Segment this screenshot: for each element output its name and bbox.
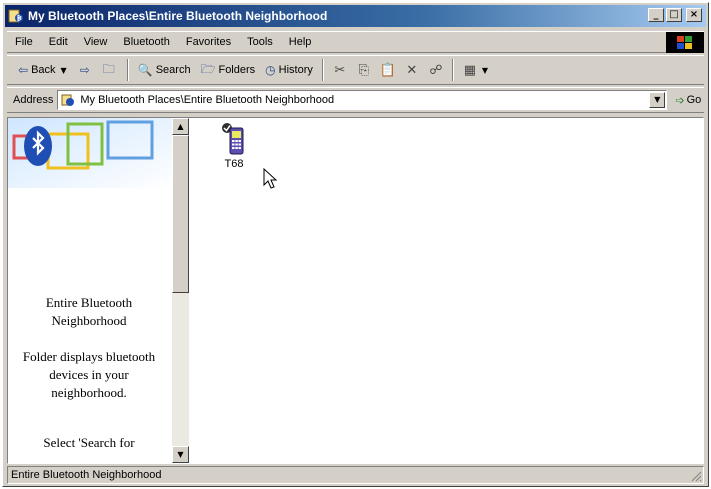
status-text: Entire Bluetooth Neighborhood bbox=[11, 469, 162, 481]
search-icon: 🔍 bbox=[137, 63, 153, 77]
menu-view[interactable]: View bbox=[76, 36, 116, 48]
window-controls: _ □ × bbox=[648, 8, 702, 22]
minimize-button[interactable]: _ bbox=[648, 8, 664, 22]
back-label: Back bbox=[31, 64, 56, 76]
resize-grip-icon[interactable] bbox=[690, 470, 702, 482]
copy-icon[interactable]: ⎘ bbox=[352, 63, 376, 78]
maximize-button[interactable]: □ bbox=[666, 8, 682, 22]
folders-button[interactable]: 🗁 Folders bbox=[196, 58, 261, 82]
menu-bar: File Edit View Bluetooth Favorites Tools… bbox=[7, 31, 704, 53]
close-button[interactable]: × bbox=[686, 8, 702, 22]
scroll-thumb[interactable] bbox=[172, 135, 189, 293]
cut-icon[interactable]: ✂ bbox=[328, 63, 352, 78]
go-button[interactable]: ➩ Go bbox=[675, 94, 701, 107]
content-area: Entire Bluetooth Neighborhood Folder dis… bbox=[7, 117, 704, 464]
mobile-phone-icon bbox=[222, 123, 244, 155]
mouse-cursor-icon bbox=[263, 168, 278, 189]
delete-icon[interactable]: ✕ bbox=[400, 63, 424, 78]
panel-more-text: Select 'Search for bbox=[43, 435, 135, 450]
panel-description: Folder displays bluetooth devices in you… bbox=[22, 349, 156, 400]
scroll-down-button[interactable]: ▼ bbox=[172, 446, 189, 463]
standard-toolbar: ⇦ Back ▼ ⇨ 🗀 🔍 Search 🗁 Folders ◷ Histor… bbox=[7, 55, 704, 85]
status-bar: Entire Bluetooth Neighborhood bbox=[7, 466, 704, 484]
menu-file[interactable]: File bbox=[7, 36, 41, 48]
back-arrow-icon: ⇦ bbox=[18, 63, 29, 77]
address-label: Address bbox=[13, 94, 54, 106]
forward-arrow-icon: ⇨ bbox=[79, 63, 90, 77]
go-label: Go bbox=[686, 94, 702, 106]
title-bar[interactable]: My Bluetooth Places\Entire Bluetooth Nei… bbox=[5, 5, 706, 27]
chevron-down-icon: ▼ bbox=[60, 65, 67, 75]
address-dropdown-button[interactable]: ▼ bbox=[649, 92, 666, 108]
menu-tools[interactable]: Tools bbox=[239, 36, 281, 48]
forward-button[interactable]: ⇨ bbox=[75, 58, 98, 82]
device-item-t68[interactable]: T68 bbox=[209, 122, 259, 170]
folders-label: Folders bbox=[218, 64, 256, 76]
paste-icon[interactable]: 📋 bbox=[376, 63, 400, 78]
explorer-window: My Bluetooth Places\Entire Bluetooth Nei… bbox=[2, 2, 709, 487]
left-pane-scrollbar[interactable]: ▲ ▼ bbox=[172, 118, 189, 463]
window-title: My Bluetooth Places\Entire Bluetooth Nei… bbox=[28, 9, 328, 23]
back-button[interactable]: ⇦ Back ▼ bbox=[13, 58, 75, 82]
views-icon[interactable]: ▦ bbox=[458, 63, 482, 78]
properties-icon[interactable]: ☍ bbox=[424, 63, 448, 78]
up-folder-button[interactable]: 🗀 bbox=[98, 58, 123, 82]
search-button[interactable]: 🔍 Search bbox=[133, 58, 196, 82]
menu-help[interactable]: Help bbox=[281, 36, 320, 48]
address-bar: Address My Bluetooth Places\Entire Bluet… bbox=[7, 87, 704, 113]
bluetooth-places-icon bbox=[61, 93, 75, 107]
folders-icon: 🗁 bbox=[200, 61, 216, 76]
up-folder-icon: 🗀 bbox=[102, 61, 115, 76]
search-label: Search bbox=[155, 64, 191, 76]
file-list: T68 bbox=[189, 118, 703, 463]
menu-favorites[interactable]: Favorites bbox=[178, 36, 239, 48]
history-label: History bbox=[278, 64, 313, 76]
toolbar-separator bbox=[451, 59, 454, 81]
toolbar-separator bbox=[321, 59, 324, 81]
toolbar-separator bbox=[126, 59, 129, 81]
menu-edit[interactable]: Edit bbox=[41, 36, 76, 48]
history-icon: ◷ bbox=[265, 63, 276, 77]
address-value: My Bluetooth Places\Entire Bluetooth Nei… bbox=[80, 94, 335, 106]
panel-title: Entire Bluetooth Neighborhood bbox=[45, 295, 133, 328]
history-button[interactable]: ◷ History bbox=[260, 58, 318, 82]
address-input[interactable]: My Bluetooth Places\Entire Bluetooth Nei… bbox=[57, 90, 668, 110]
chevron-down-icon[interactable]: ▼ bbox=[482, 66, 488, 75]
web-view-panel: Entire Bluetooth Neighborhood Folder dis… bbox=[8, 118, 172, 463]
bluetooth-places-icon bbox=[8, 8, 24, 24]
go-arrow-icon: ➩ bbox=[675, 93, 685, 107]
device-label: T68 bbox=[224, 158, 244, 170]
windows-logo-icon bbox=[666, 32, 704, 53]
menu-bluetooth[interactable]: Bluetooth bbox=[115, 36, 177, 48]
scroll-up-button[interactable]: ▲ bbox=[172, 118, 189, 135]
bluetooth-banner-icon bbox=[8, 118, 172, 188]
